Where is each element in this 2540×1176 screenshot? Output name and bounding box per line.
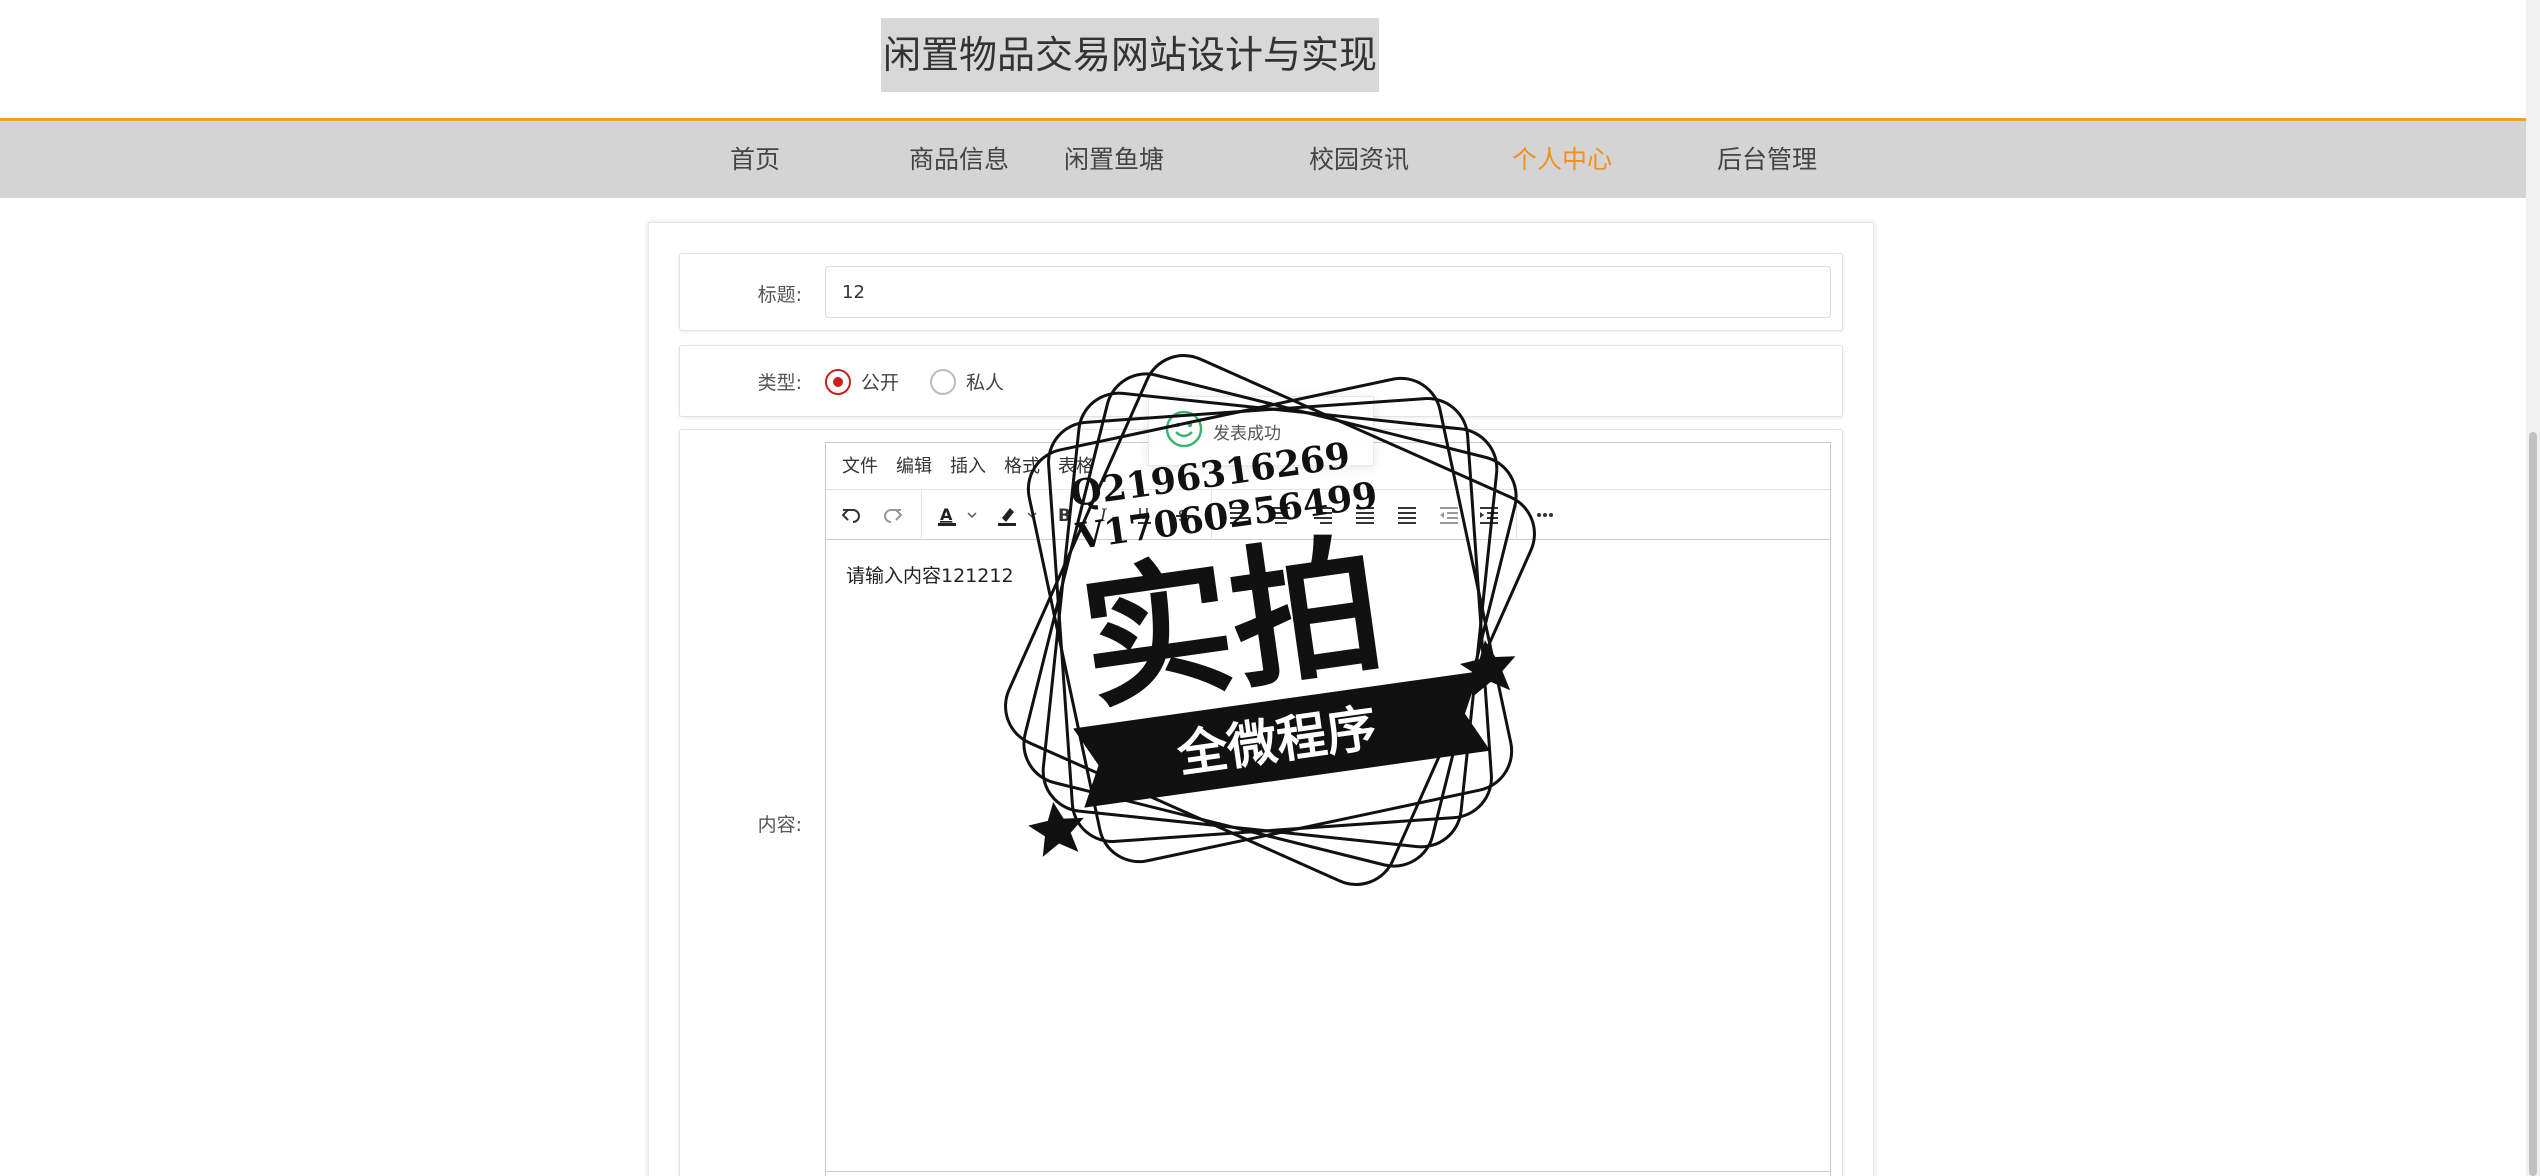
menu-table[interactable]: 表格	[1058, 443, 1094, 490]
site-title: 闲置物品交易网站设计与实现	[881, 18, 1380, 92]
svg-text:B: B	[1058, 506, 1071, 526]
menu-edit[interactable]: 编辑	[896, 443, 932, 490]
content-label: 内容:	[757, 814, 802, 836]
toolbar-separator	[1211, 490, 1212, 540]
radio-private-indicator[interactable]	[930, 368, 956, 395]
align-center-icon[interactable]	[1264, 498, 1298, 532]
highlight-icon[interactable]	[990, 498, 1024, 532]
strikethrough-icon[interactable]: S	[1168, 498, 1202, 532]
chevron-down-icon[interactable]	[1024, 498, 1040, 532]
page-scrollbar-thumb[interactable]	[2529, 432, 2537, 1176]
bold-icon[interactable]: B	[1048, 498, 1082, 532]
nav-item-personal-center[interactable]: 个人中心	[1512, 121, 1612, 198]
rich-text-editor: 文件 编辑 插入 格式 表格 A B I U S 请输入内容121212	[825, 442, 1831, 1176]
toolbar-separator	[921, 490, 922, 540]
indent-icon[interactable]	[1472, 498, 1506, 532]
editor-statusbar	[826, 1171, 1830, 1176]
chevron-down-icon[interactable]	[964, 498, 980, 532]
more-icon[interactable]	[1528, 498, 1562, 532]
main-nav: 首页 商品信息 闲置鱼塘 校园资讯 个人中心 后台管理	[0, 118, 2526, 198]
toolbar-separator	[1516, 490, 1517, 540]
radio-private[interactable]: 私人	[930, 368, 1004, 395]
site-header: 闲置物品交易网站设计与实现	[0, 0, 2526, 118]
menu-format[interactable]: 格式	[1004, 443, 1040, 490]
radio-public-label: 公开	[861, 372, 900, 394]
nav-item-fishpond[interactable]: 闲置鱼塘	[1064, 121, 1164, 198]
nav-item-goods[interactable]: 商品信息	[909, 121, 1009, 198]
title-label: 标题:	[757, 284, 802, 306]
undo-icon[interactable]	[834, 498, 868, 532]
nav-item-home[interactable]: 首页	[730, 121, 780, 198]
text-color-icon[interactable]: A	[930, 498, 964, 532]
align-justify-icon[interactable]	[1348, 498, 1382, 532]
nav-item-campus-news[interactable]: 校园资讯	[1309, 121, 1409, 198]
svg-text:U: U	[1138, 505, 1149, 523]
nav-item-admin[interactable]: 后台管理	[1717, 121, 1817, 198]
italic-icon[interactable]: I	[1088, 498, 1122, 532]
menu-file[interactable]: 文件	[842, 443, 878, 490]
editor-content-area[interactable]: 请输入内容121212	[826, 541, 1830, 1141]
radio-public-indicator[interactable]	[825, 368, 851, 395]
toast-message: 发表成功	[1213, 423, 1281, 444]
post-form-card: 标题: 类型: 公开 私人 内容: 文件 编辑 插入 格式 表格	[648, 222, 1874, 1176]
align-justify-icon[interactable]	[1390, 498, 1424, 532]
outdent-icon[interactable]	[1432, 498, 1466, 532]
title-row: 标题:	[679, 253, 1843, 331]
type-label: 类型:	[757, 372, 802, 394]
radio-private-label: 私人	[966, 372, 1005, 394]
underline-icon[interactable]: U	[1128, 498, 1162, 532]
svg-text:A: A	[940, 505, 953, 524]
redo-icon[interactable]	[876, 498, 910, 532]
content-row: 内容: 文件 编辑 插入 格式 表格 A B I U S 请输入内容121212	[679, 429, 1843, 1176]
editor-toolbar: A B I U S	[826, 490, 1830, 540]
radio-public[interactable]: 公开	[825, 368, 899, 395]
smiley-icon	[1165, 410, 1203, 452]
success-toast: 发表成功	[1148, 396, 1374, 466]
align-right-icon[interactable]	[1306, 498, 1340, 532]
title-input[interactable]	[825, 266, 1831, 318]
align-left-icon[interactable]	[1222, 498, 1256, 532]
menu-insert[interactable]: 插入	[950, 443, 986, 490]
svg-text:I: I	[1099, 506, 1107, 526]
